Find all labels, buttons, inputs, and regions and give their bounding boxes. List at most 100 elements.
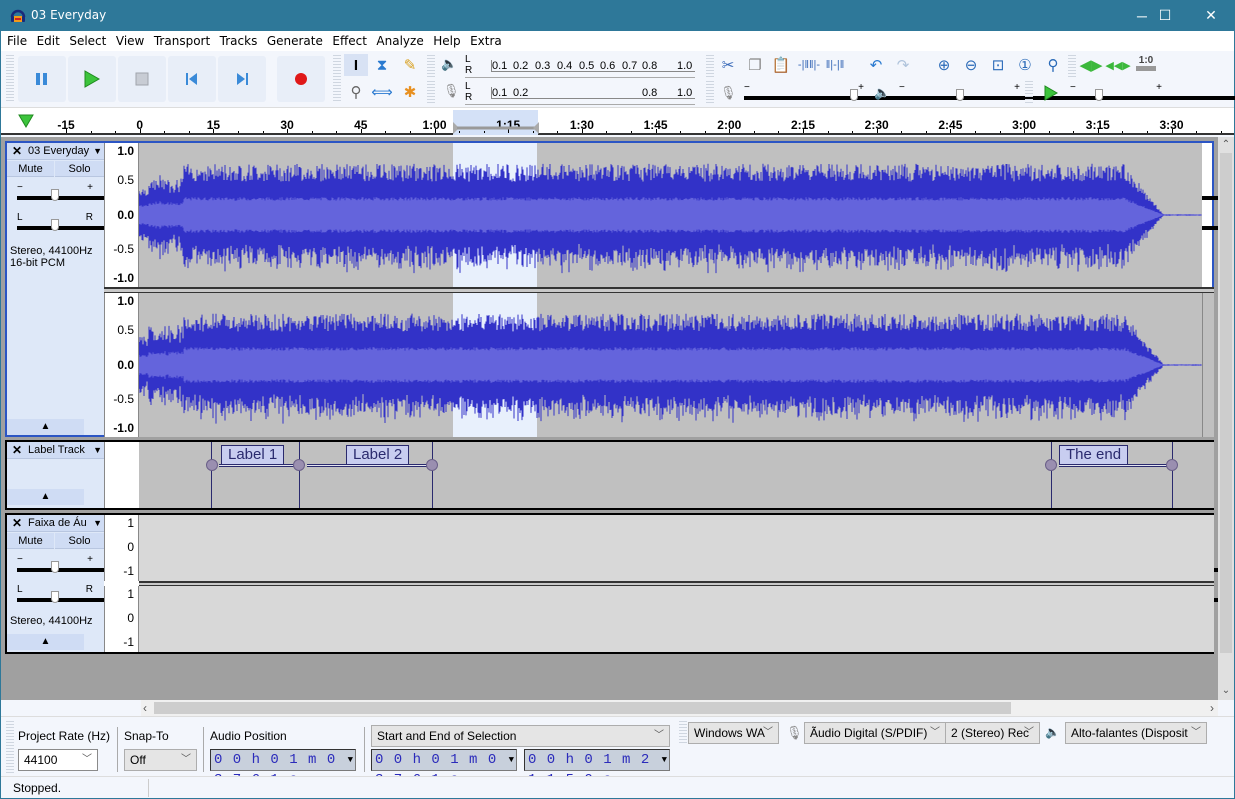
time-format-dropdown-icon[interactable]: ▼ [662, 750, 668, 770]
empty-channel-right[interactable] [139, 586, 1214, 652]
slider-thumb[interactable] [51, 219, 59, 231]
stop-button[interactable] [118, 56, 166, 102]
scrollbar-thumb[interactable] [154, 702, 1011, 714]
time-format-dropdown-icon[interactable]: ▼ [348, 750, 354, 770]
solo-button[interactable]: Solo [55, 161, 104, 177]
pause-button[interactable] [18, 56, 66, 102]
project-rate-select[interactable]: 44100 ﹀ [18, 749, 98, 771]
record-meter[interactable]: LR 0.1 0.2 0.8 1.0 [465, 81, 695, 105]
menu-file[interactable]: File [7, 34, 27, 48]
toolbar-grip[interactable] [6, 721, 14, 773]
silence-button[interactable]: ‖|-|‖ [823, 54, 847, 76]
play-button[interactable] [68, 56, 116, 102]
selection-range-marker-icon[interactable] [453, 122, 539, 134]
record-button[interactable] [277, 56, 325, 102]
close-track-icon[interactable]: ✕ [12, 516, 22, 530]
toolbar-grip[interactable] [427, 81, 435, 103]
track-menu-dropdown-icon[interactable]: ▼ [93, 518, 102, 528]
recording-channels-select[interactable]: 2 (Stereo) Rec ﹀ [945, 722, 1040, 744]
vertical-scale-left[interactable]: 1 0 -1 [104, 515, 139, 581]
zoom-toggle-button[interactable]: ⚲ [1041, 54, 1065, 76]
menu-analyze[interactable]: Analyze [376, 34, 423, 48]
label-start-handle-icon[interactable] [206, 459, 218, 471]
play-head-icon[interactable] [18, 114, 34, 128]
collapse-track-button[interactable]: ▲ [7, 634, 84, 650]
scroll-left-icon[interactable]: ‹ [143, 701, 147, 715]
selection-end-time[interactable]: 0 0 h 0 1 m 2 1.1 5 0 s ▼ [524, 749, 670, 788]
playback-volume-slider[interactable]: − + [899, 82, 1235, 102]
horizontal-scrollbar[interactable]: ‹ › [141, 700, 1218, 716]
gain-slider[interactable]: − + [17, 554, 1226, 574]
track-name[interactable]: 03 Everyday [28, 145, 89, 157]
toolbar-grip[interactable] [6, 55, 14, 103]
toolbar-grip[interactable] [1025, 81, 1033, 103]
waveform-left-channel[interactable] [139, 143, 1202, 287]
label-end-handle-icon[interactable] [293, 459, 305, 471]
fit-selection-button[interactable]: ⊡ [986, 54, 1010, 76]
menu-view[interactable]: View [116, 34, 144, 48]
toolbar-grip[interactable] [679, 721, 687, 743]
snap-to-select[interactable]: Off ﹀ [124, 749, 197, 771]
play-at-speed-button[interactable] [1039, 82, 1063, 104]
vertical-scale-right[interactable]: 1.0 0.5 0.0 -0.5 -1.0 [104, 293, 139, 437]
track-name[interactable]: Label Track [28, 444, 85, 456]
close-button[interactable]: ✕ [1188, 0, 1234, 31]
selection-tool-button[interactable]: I [344, 54, 368, 76]
label-end-handle-icon[interactable] [426, 459, 438, 471]
slider-thumb[interactable] [51, 561, 59, 573]
envelope-tool-button[interactable]: ⧗ [370, 54, 394, 76]
gain-slider[interactable]: − + [17, 182, 1226, 202]
slider-thumb[interactable] [51, 189, 59, 201]
play-speed-slider[interactable]: − + [1070, 82, 1235, 102]
audio-track[interactable]: ✕ 03 Everyday ▼ Mute Solo − + L R Stereo… [5, 141, 1226, 437]
paste-button[interactable]: 📋 [769, 54, 793, 76]
recording-device-select[interactable]: Ãudio Digital (S/PDIF) ﹀ [804, 722, 946, 744]
label-box[interactable]: Label 1 [221, 445, 285, 465]
scroll-down-icon[interactable]: ⌄ [1220, 685, 1232, 697]
zoom-tool-button[interactable]: ⚲ [344, 81, 368, 103]
trim-button[interactable]: -|‖‖|- [797, 54, 821, 76]
toolbar-grip[interactable] [706, 81, 714, 103]
waveform-right-channel[interactable] [139, 293, 1214, 437]
time-format-dropdown-icon[interactable]: ▼ [509, 750, 515, 770]
skip-to-start-button[interactable] [168, 56, 216, 102]
draw-tool-button[interactable]: ✎ [398, 54, 422, 76]
label-start-handle-icon[interactable] [1045, 459, 1057, 471]
menu-effect[interactable]: Effect [332, 34, 367, 48]
collapse-track-button[interactable]: ▲ [7, 419, 84, 435]
menu-generate[interactable]: Generate [267, 34, 323, 48]
track-header[interactable]: ✕ Label Track ▼ [7, 442, 104, 459]
playback-meter[interactable]: LR 0.1 0.2 0.3 0.4 0.5 0.6 0.7 0.8 1.0 [465, 54, 695, 78]
copy-button[interactable]: ❐ [743, 54, 767, 76]
label-end-handle-icon[interactable] [1166, 459, 1178, 471]
menu-edit[interactable]: Edit [37, 34, 60, 48]
vertical-scale-right[interactable]: 1 0 -1 [104, 586, 139, 652]
multi-tool-button[interactable]: ✱ [398, 81, 422, 103]
track-menu-dropdown-icon[interactable]: ▼ [93, 146, 102, 156]
label-track-area[interactable]: Label 1 Label 2 The end [139, 442, 1214, 508]
mute-button[interactable]: Mute [7, 533, 54, 549]
vertical-scale-left[interactable]: 1.0 0.5 0.0 -0.5 -1.0 [104, 143, 139, 287]
empty-channel-left[interactable] [139, 515, 1214, 581]
audio-host-select[interactable]: Windows WA ﹀ [688, 722, 779, 744]
record-volume-slider[interactable]: − + [744, 82, 1235, 102]
skip-button[interactable]: ◀◀▶ [1105, 54, 1130, 76]
maximize-button[interactable]: ☐ [1142, 0, 1188, 31]
fit-project-button[interactable]: ① [1013, 54, 1037, 76]
toolbar-grip[interactable] [706, 55, 714, 77]
pan-slider[interactable]: L R [17, 584, 1226, 604]
close-track-icon[interactable]: ✕ [12, 144, 22, 158]
track-header[interactable]: ✕ Faixa de Áu ▼ [7, 515, 104, 532]
scrollbar-thumb[interactable] [1220, 153, 1232, 653]
zoom-out-button[interactable]: ⊖ [959, 54, 983, 76]
label-box[interactable]: The end [1059, 445, 1129, 465]
play-at-speed-ratio[interactable]: 1:0 [1134, 52, 1158, 74]
skip-to-end-button[interactable] [218, 56, 266, 102]
sync-lock-button[interactable]: ◀▶ [1079, 54, 1103, 76]
label-box[interactable]: Label 2 [346, 445, 410, 465]
selection-mode-select[interactable]: Start and End of Selection ﹀ [371, 725, 670, 747]
menu-tracks[interactable]: Tracks [220, 34, 258, 48]
mute-button[interactable]: Mute [7, 161, 54, 177]
close-track-icon[interactable]: ✕ [12, 443, 22, 457]
track-menu-dropdown-icon[interactable]: ▼ [93, 445, 102, 455]
